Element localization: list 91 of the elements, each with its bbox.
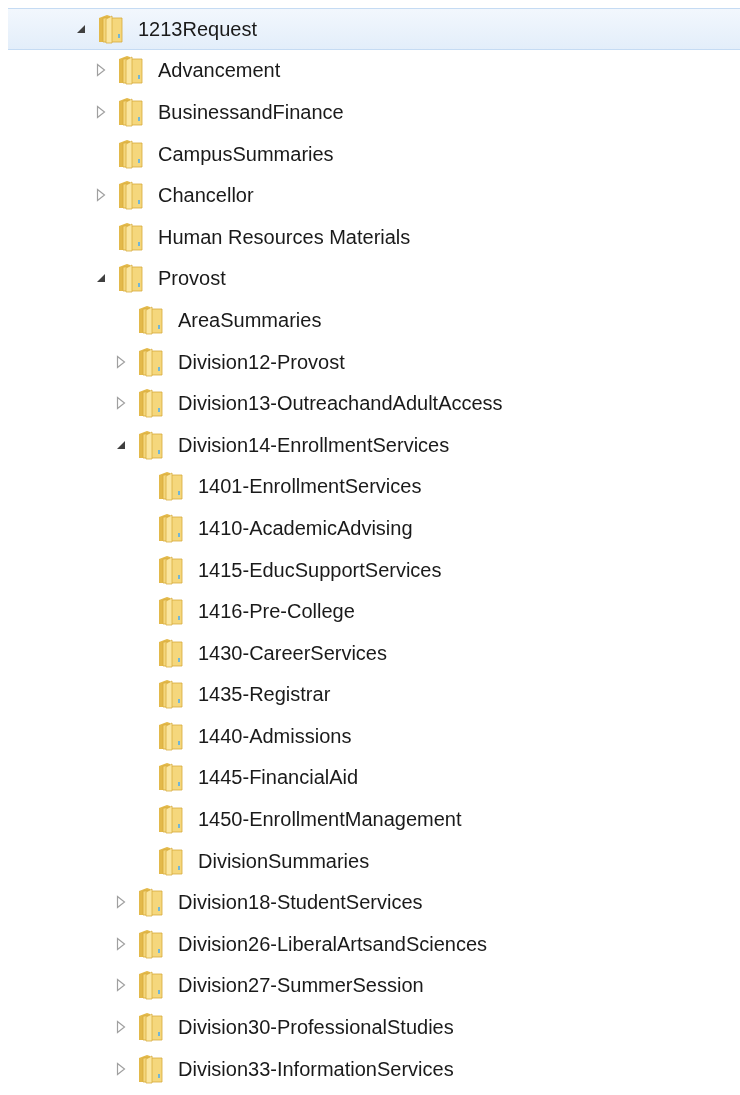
tree-item[interactable]: Division18-StudentServices [8,881,740,924]
collapse-arrow-icon[interactable] [116,439,126,450]
tree-item[interactable]: DivisionSummaries [8,839,740,882]
folder-icon [138,1053,164,1084]
tree-item[interactable]: AreaSummaries [8,299,740,341]
tree-item[interactable]: 1416-Pre-College [8,590,740,632]
folder-icon [158,679,184,710]
folder-label: Division12-Provost [178,349,345,375]
tree-item[interactable]: Division12-Provost [8,340,740,383]
folder-icon [98,13,124,44]
folder-label: AreaSummaries [178,307,322,333]
tree-item[interactable]: Advancement [8,49,740,92]
folder-label: Provost [158,266,226,292]
folder-label: Division27-SummerSession [178,973,424,999]
tree-item[interactable]: 1450-EnrollmentManagement [8,798,740,840]
folder-label: 1213Request [138,16,257,42]
expand-arrow-icon[interactable] [116,1061,126,1076]
tree-item[interactable]: Division30-ProfessionalStudies [8,1006,740,1048]
folder-label: 1440-Admissions [198,723,352,749]
tree-item[interactable]: Human Resources Materials [8,215,740,258]
expand-arrow-icon[interactable] [116,978,126,993]
tree-item[interactable]: 1430-CareerServices [8,631,740,674]
tree-item[interactable]: Provost [8,257,740,300]
tree-item[interactable]: 1435-Registrar [8,673,740,716]
tree-item[interactable]: 1410-AcademicAdvising [8,507,740,549]
folder-label: Division14-EnrollmentServices [178,432,450,458]
tree-item[interactable]: Division13-OutreachandAdultAccess [8,382,740,424]
folder-label: Advancement [158,58,281,84]
expand-arrow-icon[interactable] [96,105,106,119]
folder-label: Division30-ProfessionalStudies [178,1015,454,1041]
folder-label: CampusSummaries [158,141,334,167]
folder-label: Division26-LiberalArtsandSciences [178,931,488,957]
folder-icon [158,637,184,668]
folder-icon [138,304,164,335]
folder-icon [158,720,184,751]
folder-icon [158,762,184,793]
folder-icon [118,55,144,86]
tree-item[interactable]: Division14-EnrollmentServices [8,423,740,466]
folder-icon [118,263,144,294]
folder-icon [138,1012,164,1043]
folder-label: BusinessandFinance [158,100,344,125]
folder-label: Human Resources Materials [158,224,411,250]
folder-icon [138,429,164,460]
tree-item[interactable]: 1440-Admissions [8,715,740,757]
folder-icon [158,804,184,835]
folder-label: Division18-StudentServices [178,890,423,916]
expand-arrow-icon[interactable] [116,396,126,411]
expand-arrow-icon[interactable] [96,63,106,78]
expand-arrow-icon[interactable] [116,1020,126,1035]
tree-item[interactable]: 1401-EnrollmentServices [8,465,740,508]
folder-icon [158,471,184,502]
expand-arrow-icon[interactable] [116,354,126,369]
folder-icon [138,970,164,1001]
folder-icon [118,180,144,211]
folder-icon [138,928,164,959]
folder-label: 1415-EducSupportServices [198,557,442,583]
collapse-arrow-icon[interactable] [96,273,106,284]
collapse-arrow-icon[interactable] [76,23,86,34]
folder-label: 1445-FinancialAid [198,765,359,791]
folder-icon [158,845,184,876]
tree-item[interactable]: Division26-LiberalArtsandSciences [8,923,740,965]
folder-label: 1450-EnrollmentManagement [198,807,462,833]
tree-item[interactable]: Chancellor [8,174,740,216]
folder-icon [138,887,164,918]
folder-label: 1416-Pre-College [198,599,355,625]
expand-arrow-icon[interactable] [116,936,126,951]
folder-icon [118,97,144,127]
folder-label: Division33-InformationServices [178,1056,454,1082]
folder-icon [118,138,144,169]
tree-item[interactable]: Division33-InformationServices [8,1047,740,1090]
expand-arrow-icon[interactable] [96,188,106,203]
folder-label: DivisionSummaries [198,848,370,874]
folder-icon [158,554,184,585]
tree-item[interactable]: CampusSummaries [8,132,740,175]
expand-arrow-icon[interactable] [116,895,126,910]
tree-item[interactable]: 1213Request [8,8,740,50]
folder-icon [138,388,164,419]
folder-label: 1435-Registrar [198,682,331,708]
tree-item[interactable]: 1415-EducSupportServices [8,548,740,591]
folder-label: 1430-CareerServices [198,640,387,666]
folder-label: 1401-EnrollmentServices [198,474,422,500]
folder-icon [158,512,184,543]
folder-label: 1410-AcademicAdvising [198,515,413,541]
tree-item[interactable]: 1445-FinancialAid [8,756,740,799]
folder-label: Chancellor [158,183,254,209]
folder-icon [158,596,184,627]
folder-icon [138,346,164,377]
tree-item[interactable]: Division27-SummerSession [8,964,740,1007]
folder-label: Division13-OutreachandAdultAccess [178,391,503,417]
folder-icon [118,221,144,252]
tree-item[interactable]: BusinessandFinance [8,91,740,133]
